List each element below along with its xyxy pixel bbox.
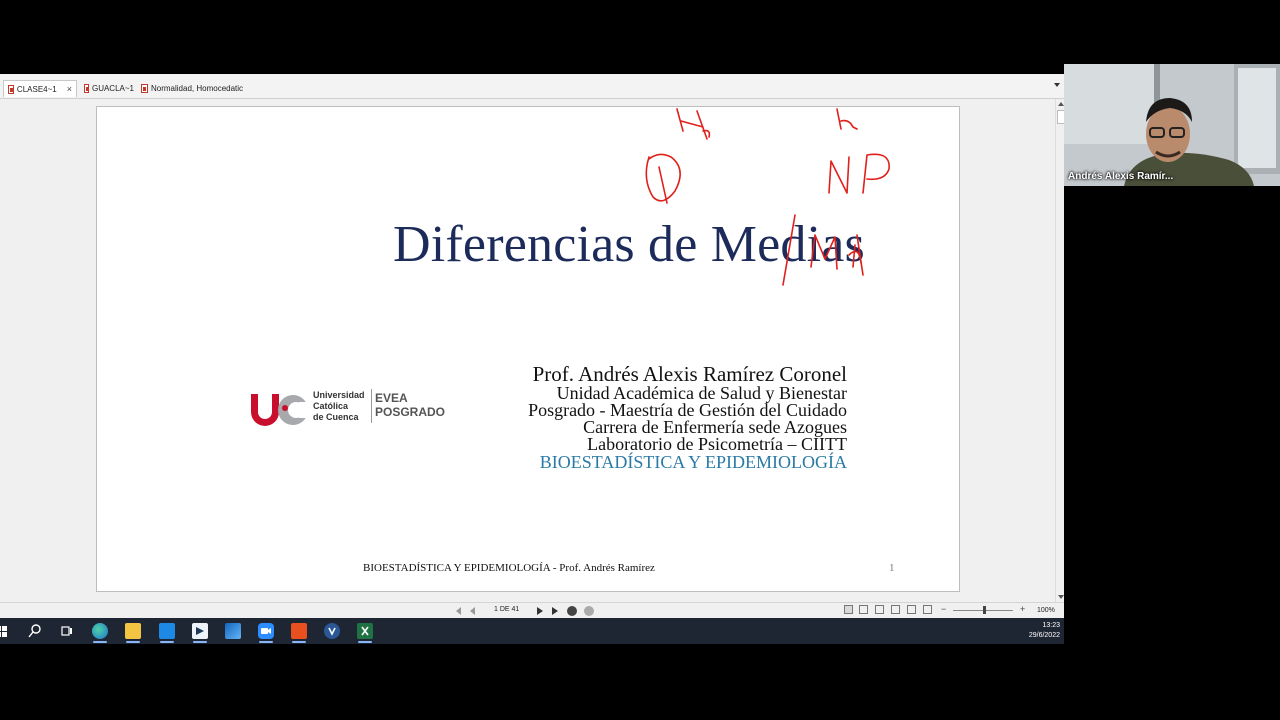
clock-time: 13:23 xyxy=(1042,622,1060,629)
pdf-file-icon xyxy=(84,84,89,93)
annotation-h-1 xyxy=(676,108,711,140)
chevron-down-icon[interactable] xyxy=(1054,83,1060,87)
running-indicator xyxy=(292,641,306,643)
fit-width-icon[interactable] xyxy=(907,605,916,614)
tab-label: CLASE4~1 xyxy=(16,84,57,94)
next-page-icon[interactable] xyxy=(537,607,543,615)
two-page-view-icon[interactable] xyxy=(875,605,884,614)
clock-date: 29/6/2022 xyxy=(1028,632,1060,639)
vivaldi-icon[interactable] xyxy=(324,623,340,639)
running-indicator xyxy=(358,641,372,643)
running-indicator xyxy=(259,641,273,643)
annotation-slash xyxy=(782,214,796,286)
zoom-in-button[interactable]: + xyxy=(1020,604,1025,614)
task-view-icon[interactable] xyxy=(59,623,75,639)
edge-icon[interactable] xyxy=(92,623,108,639)
pdf-file-icon xyxy=(8,84,14,94)
scroll-thumb[interactable] xyxy=(1057,110,1064,124)
tab-bar: CLASE4~1 × GUACLA~1 Normalidad, Homoceda… xyxy=(0,74,1064,99)
shared-screen: CLASE4~1 × GUACLA~1 Normalidad, Homoceda… xyxy=(0,74,1064,644)
last-page-icon[interactable] xyxy=(552,607,558,615)
tab-label: GUACLA~1 xyxy=(91,84,134,93)
zoom-icon[interactable] xyxy=(258,623,274,639)
participant-name: Andrés Alexis Ramír... xyxy=(1068,171,1174,182)
windows-taskbar: 13:23 29/6/2022 xyxy=(0,618,1064,644)
participant-video-tile[interactable]: Andrés Alexis Ramír... xyxy=(1064,64,1280,186)
forward-view-icon[interactable] xyxy=(584,606,594,616)
back-view-icon[interactable] xyxy=(567,606,577,616)
document-area: Diferencias de Medias Universidad Católi… xyxy=(0,99,1055,602)
page-indicator[interactable]: 1 DE 41 xyxy=(494,606,519,613)
vertical-scrollbar[interactable] xyxy=(1055,99,1064,602)
first-page-icon[interactable] xyxy=(456,607,461,615)
pdf-file-icon xyxy=(141,84,148,93)
viewer-statusbar: 1 DE 41 − + 100% xyxy=(0,602,1064,619)
app-icon[interactable] xyxy=(192,623,208,639)
close-icon[interactable]: × xyxy=(67,84,72,94)
system-clock[interactable]: 13:23 29/6/2022 xyxy=(1029,621,1060,641)
tab-label: Normalidad, Homocedatic xyxy=(151,84,244,93)
tab-normalidad[interactable]: Normalidad, Homocedatic xyxy=(137,80,257,97)
zoom-out-button[interactable]: − xyxy=(941,604,946,614)
continuous-view-icon[interactable] xyxy=(859,605,868,614)
windows-icon[interactable] xyxy=(0,625,8,637)
running-indicator xyxy=(126,641,140,643)
zoom-level[interactable]: 100% xyxy=(1037,607,1055,614)
slide-page: Diferencias de Medias Universidad Católi… xyxy=(96,106,960,592)
running-indicator xyxy=(160,641,174,643)
pdf-reader-icon[interactable] xyxy=(291,623,307,639)
mail-icon[interactable] xyxy=(159,623,175,639)
annotation-h-2 xyxy=(836,108,858,130)
search-icon[interactable] xyxy=(27,623,43,639)
grid-view-icon[interactable] xyxy=(891,605,900,614)
photos-icon[interactable] xyxy=(225,623,241,639)
participant-video xyxy=(1064,64,1280,186)
zoom-slider-thumb[interactable] xyxy=(983,606,986,614)
fit-page-icon[interactable] xyxy=(923,605,932,614)
file-explorer-icon[interactable] xyxy=(125,623,141,639)
scroll-down-icon[interactable] xyxy=(1058,595,1064,599)
ink-annotations xyxy=(645,108,890,286)
annotation-md xyxy=(810,234,864,276)
excel-icon[interactable] xyxy=(357,623,373,639)
previous-page-icon[interactable] xyxy=(470,607,475,615)
tab-clase4[interactable]: CLASE4~1 × xyxy=(3,80,77,97)
annotation-p xyxy=(645,153,681,204)
running-indicator xyxy=(93,641,107,643)
annotation-np xyxy=(828,153,890,194)
single-page-view-icon[interactable] xyxy=(844,605,853,614)
running-indicator xyxy=(193,641,207,643)
tab-guacla[interactable]: GUACLA~1 xyxy=(80,80,138,97)
